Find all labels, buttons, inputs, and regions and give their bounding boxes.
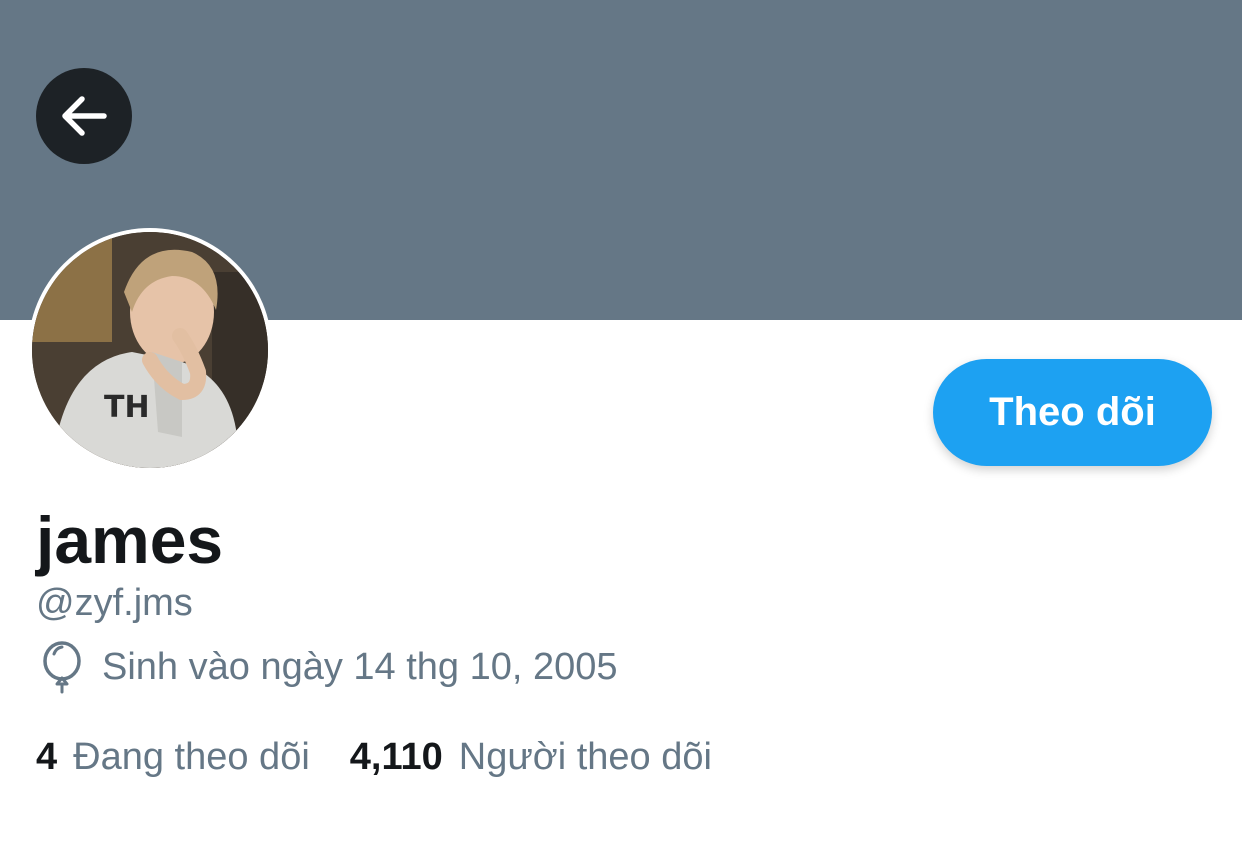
arrow-left-icon xyxy=(62,96,107,136)
following-label: Đang theo dõi xyxy=(73,735,310,778)
followers-count: 4,110 xyxy=(349,735,443,778)
avatar-image: TH xyxy=(32,232,268,468)
birth-date-row: Sinh vào ngày 14 thg 10, 2005 xyxy=(38,640,618,694)
followers-label: Người theo dõi xyxy=(458,735,712,778)
follow-stats: 4 Đang theo dõi 4,110 Người theo dõi xyxy=(36,730,712,784)
username-handle: @zyf.jms xyxy=(36,582,193,624)
back-button[interactable] xyxy=(36,68,132,164)
followers-link[interactable]: 4,110 Người theo dõi xyxy=(350,736,712,779)
birth-date-text: Sinh vào ngày 14 thg 10, 2005 xyxy=(102,646,618,688)
avatar[interactable]: TH xyxy=(28,228,272,472)
following-count: 4 xyxy=(36,735,58,778)
display-name: james xyxy=(36,503,224,577)
follow-button[interactable]: Theo dõi xyxy=(933,359,1212,466)
svg-text:TH: TH xyxy=(104,390,150,425)
balloon-icon xyxy=(38,640,86,694)
following-link[interactable]: 4 Đang theo dõi xyxy=(36,736,310,779)
